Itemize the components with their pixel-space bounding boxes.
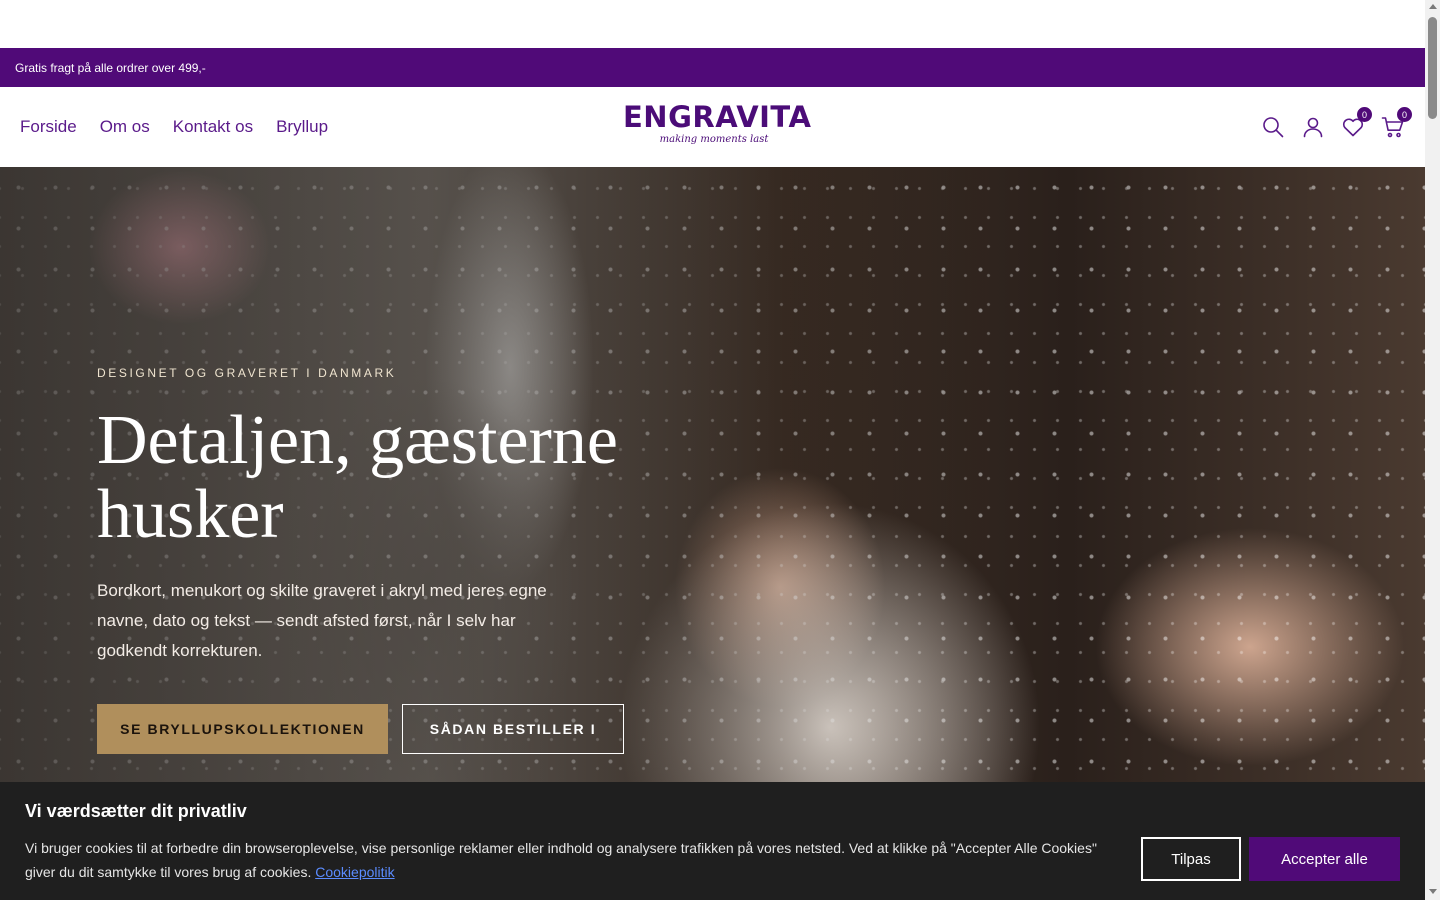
nav-item-bryllup[interactable]: Bryllup	[276, 117, 328, 137]
logo-wordmark: ENGRAVITA	[623, 100, 812, 134]
hero-headline: Detaljen, gæsterne husker	[97, 402, 618, 553]
wedding-collection-button[interactable]: SE BRYLLUPSKOLLEKTIONEN	[97, 704, 388, 754]
user-icon	[1303, 117, 1323, 138]
hero-content: DESIGNET OG GRAVERET I DANMARK Detaljen,…	[97, 366, 657, 754]
customize-cookies-button[interactable]: Tilpas	[1141, 837, 1241, 881]
account-button[interactable]	[1301, 115, 1325, 139]
hero-description: Bordkort, menukort og skilte graveret i …	[97, 581, 547, 660]
scrollbar-thumb[interactable]	[1428, 17, 1437, 119]
logo-tagline: making moments last	[659, 134, 769, 145]
cookie-banner-title: Vi værdsætter dit privatliv	[25, 801, 247, 821]
announcement-bar: Gratis fragt på alle ordrer over 499,-	[0, 48, 1425, 87]
top-whitespace	[0, 0, 1425, 48]
wishlist-button[interactable]: 0	[1341, 107, 1372, 139]
hero-eyebrow: DESIGNET OG GRAVERET I DANMARK	[97, 366, 397, 380]
how-to-order-button[interactable]: SÅDAN BESTILLER I	[402, 704, 624, 754]
cart-button[interactable]: 0	[1381, 107, 1412, 139]
site-logo[interactable]: ENGRAVITA making moments last	[623, 100, 812, 149]
accept-all-cookies-button[interactable]: Accepter alle	[1249, 837, 1400, 881]
cookie-banner-body: Vi bruger cookies til at forbedre din br…	[25, 840, 1097, 880]
scroll-down-arrow-icon[interactable]	[1429, 889, 1437, 894]
cookie-banner: Vi værdsætter dit privatliv Vi bruger co…	[0, 782, 1425, 900]
cookie-banner-text: Vi bruger cookies til at forbedre din br…	[25, 836, 1120, 884]
page-scrollbar[interactable]	[1425, 0, 1440, 900]
main-nav: Forside Om os Kontakt os Bryllup	[20, 87, 328, 167]
nav-item-kontakt-os[interactable]: Kontakt os	[173, 117, 253, 137]
search-button[interactable]	[1261, 115, 1285, 139]
search-icon	[1263, 117, 1284, 138]
site-header: Forside Om os Kontakt os Bryllup ENGRAVI…	[0, 87, 1425, 167]
nav-item-om-os[interactable]: Om os	[100, 117, 150, 137]
wishlist-count-badge: 0	[1357, 107, 1372, 122]
announcement-text: Gratis fragt på alle ordrer over 499,-	[15, 60, 206, 75]
scroll-up-arrow-icon[interactable]	[1429, 4, 1437, 9]
header-icons: 0 0	[1261, 87, 1412, 167]
nav-item-forside[interactable]: Forside	[20, 117, 77, 137]
hero-banner: DESIGNET OG GRAVERET I DANMARK Detaljen,…	[0, 167, 1425, 782]
cart-count-badge: 0	[1397, 107, 1412, 122]
hero-cta-group: SE BRYLLUPSKOLLEKTIONEN SÅDAN BESTILLER …	[97, 704, 657, 754]
cookie-policy-link[interactable]: Cookiepolitik	[315, 864, 394, 880]
